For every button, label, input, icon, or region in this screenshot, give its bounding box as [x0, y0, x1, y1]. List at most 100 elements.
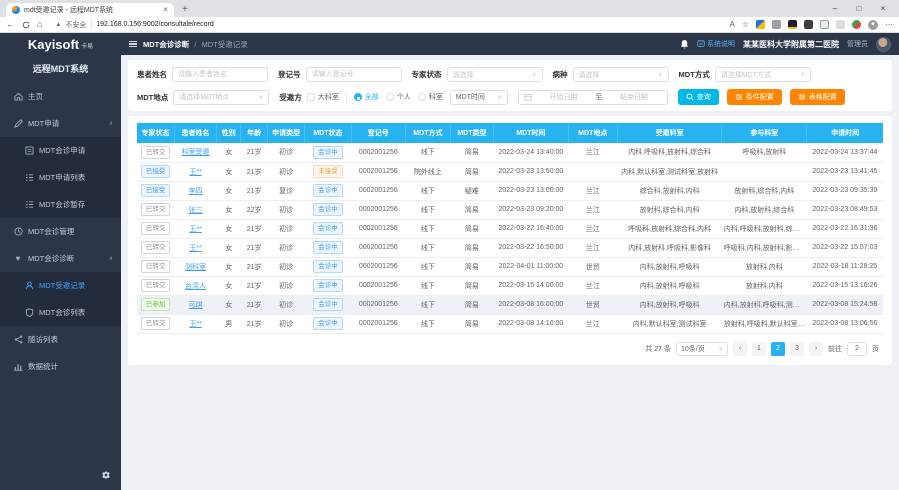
more-menu-icon[interactable]: ⋯: [885, 21, 893, 29]
extension-icon-1[interactable]: [756, 20, 765, 29]
sidebar-item-home[interactable]: 主页: [0, 83, 121, 110]
page-button-2[interactable]: 2: [771, 342, 785, 356]
goto-page-input[interactable]: [847, 342, 867, 356]
cell-invited-depts: 内科,默认科室,测试科室: [617, 314, 721, 333]
cell-apply-type: 初诊: [268, 295, 305, 314]
table-config-button[interactable]: 表格配置: [790, 89, 845, 105]
pagination: 共 27 条 10条/页 ∨ ‹ 123 › 前往 页: [137, 342, 883, 356]
patient-name-link[interactable]: 李四: [189, 188, 203, 195]
cell-mdt-time: 2022-03-23 13:00:00: [494, 181, 569, 200]
sidebar: 远程MDT系统 主页 MDT申请 ∧ MDT会诊申请 MDT申请列表 M: [0, 55, 121, 490]
back-icon[interactable]: ←: [6, 20, 15, 29]
patient-name-link[interactable]: 王**: [189, 226, 201, 233]
goto-label: 前往: [828, 344, 842, 354]
profile-avatar[interactable]: [868, 20, 878, 30]
disease-select[interactable]: 请选择 ∨: [573, 67, 669, 82]
address-bar[interactable]: ▲ 不安全 | 192.168.0.156:9002/consultale/re…: [49, 20, 722, 30]
cell-participating-depts: 内科,放射科,综合科: [722, 200, 807, 219]
cell-register-no: 0002001256: [351, 162, 405, 181]
cell-apply-time: 2022-03-18 11:28:25: [807, 257, 883, 276]
expert-status-tag: 已转交: [141, 146, 171, 159]
sidebar-item-mdt-consult-list[interactable]: MDT会诊列表: [0, 299, 121, 326]
page-button-1[interactable]: 1: [752, 342, 766, 356]
extension-icon-3[interactable]: [788, 20, 797, 29]
sidebar-item-mdt-apply-list[interactable]: MDT申请列表: [0, 164, 121, 191]
column-header-mdt-type: MDT类型: [450, 123, 493, 143]
patient-name-link[interactable]: 王**: [189, 169, 201, 176]
extension-icon-2[interactable]: [772, 20, 781, 29]
cell-mdt-location: 兰江: [568, 219, 617, 238]
sidebar-item-mdt-manage[interactable]: MDT会诊管理: [0, 218, 121, 245]
expert-status-select[interactable]: 请选择 ∨: [447, 67, 543, 82]
close-icon[interactable]: ×: [871, 4, 895, 13]
register-no-input[interactable]: [306, 67, 402, 82]
extension-icon-4[interactable]: [804, 20, 813, 29]
read-aloud-icon[interactable]: A: [729, 21, 734, 29]
page-button-3[interactable]: 3: [790, 342, 804, 356]
filter-label: MDT地点: [137, 92, 168, 103]
chevron-down-icon: ∨: [532, 71, 536, 78]
mdt-status-tag: 会诊中: [313, 260, 343, 273]
search-button[interactable]: 查询: [678, 89, 719, 105]
settings-gear-icon[interactable]: [101, 466, 111, 484]
big-dept-checkbox[interactable]: 大科室: [307, 92, 339, 102]
insecure-warning-icon: ▲: [55, 22, 61, 28]
column-header-mdt-mode: MDT方式: [406, 123, 451, 143]
patient-name-link[interactable]: 台湾人: [185, 283, 206, 290]
browser-essentials-icon[interactable]: [852, 20, 861, 29]
condition-config-button[interactable]: 条件配置: [727, 89, 782, 105]
table-row: 已转交台湾人女21岁初诊会诊中0002001256线下简易2022-03-15 …: [137, 276, 883, 295]
filter-label: 登记号: [278, 69, 301, 80]
patient-name-link[interactable]: 张三: [189, 207, 203, 214]
patient-name-link[interactable]: 测科室: [185, 264, 206, 271]
sidebar-item-mdt-draft[interactable]: MDT会诊暂存: [0, 191, 121, 218]
patient-name-link[interactable]: 王**: [189, 245, 201, 252]
sidebar-group-mdt-apply[interactable]: MDT申请 ∧: [0, 110, 121, 137]
notification-bell-icon[interactable]: [680, 39, 689, 49]
radio-personal[interactable]: 个人: [386, 92, 411, 102]
sidebar-toggle-icon[interactable]: [129, 41, 137, 48]
sliders-icon: [735, 93, 743, 101]
radio-dept[interactable]: 科室: [418, 92, 443, 102]
patient-name-link[interactable]: 王**: [189, 321, 201, 328]
next-page-button[interactable]: ›: [809, 342, 823, 356]
sidebar-item-followup-list[interactable]: 随访列表: [0, 326, 121, 353]
refresh-icon[interactable]: [22, 20, 30, 29]
user-avatar[interactable]: [876, 37, 891, 52]
prev-page-button[interactable]: ‹: [733, 342, 747, 356]
date-range-picker[interactable]: 开始日期 至 结束日期: [518, 90, 668, 105]
goto-suffix: 页: [872, 344, 879, 354]
cell-mdt-time: 2022-04-01 11:00:00: [494, 257, 569, 276]
split-screen-icon[interactable]: [836, 20, 845, 29]
patient-name-link[interactable]: 科室受邀: [182, 149, 210, 156]
sidebar-group-mdt-diagnosis[interactable]: ♥ MDT会诊诊断 ∧: [0, 245, 121, 272]
table-row: 已转交测科室女21岁初诊会诊中0002001256线下简易2022-04-01 …: [137, 257, 883, 276]
minimize-icon[interactable]: –: [823, 4, 847, 13]
new-tab-button[interactable]: +: [182, 4, 188, 17]
system-help-link[interactable]: 系统说明: [697, 39, 735, 49]
extension-icon-5[interactable]: [820, 20, 829, 29]
chevron-down-icon: ∨: [658, 71, 662, 78]
patient-name-link[interactable]: 可琪: [189, 302, 203, 309]
sidebar-item-mdt-invited-records[interactable]: MDT受邀记录: [0, 272, 121, 299]
home-icon[interactable]: ⌂: [37, 20, 42, 29]
time-type-select[interactable]: MDT时间 ∨: [450, 90, 508, 105]
cell-participating-depts: 内科,呼吸科,放射科,综合科: [722, 219, 807, 238]
cell-patient-name: 王**: [174, 314, 217, 333]
hospital-name: 某某医科大学附属第二医院: [743, 39, 839, 50]
browser-tab[interactable]: mdt受邀记录 - 远程MDT系统 ×: [6, 3, 174, 17]
mdt-status-tag: 会诊中: [313, 146, 343, 159]
cell-mdt-location: 兰江: [568, 314, 617, 333]
radio-all[interactable]: 全部: [354, 92, 379, 102]
patient-name-input[interactable]: [172, 67, 268, 82]
table-row: 已接受王**女21岁初诊未接受0002001256院外线上简易2022-03-2…: [137, 162, 883, 181]
restore-icon[interactable]: □: [847, 4, 871, 13]
mdt-mode-select[interactable]: 请选择MDT方式 ∨: [715, 67, 811, 82]
expert-status-tag: 已转交: [141, 279, 171, 292]
sidebar-item-mdt-consult-apply[interactable]: MDT会诊申请: [0, 137, 121, 164]
mdt-location-select[interactable]: 请选择MDT地点 ∨: [173, 90, 269, 105]
tab-close-icon[interactable]: ×: [163, 6, 168, 14]
sidebar-item-statistics[interactable]: 数据统计: [0, 353, 121, 380]
favorite-icon[interactable]: ☆: [742, 21, 749, 29]
page-size-select[interactable]: 10条/页 ∨: [676, 342, 728, 356]
